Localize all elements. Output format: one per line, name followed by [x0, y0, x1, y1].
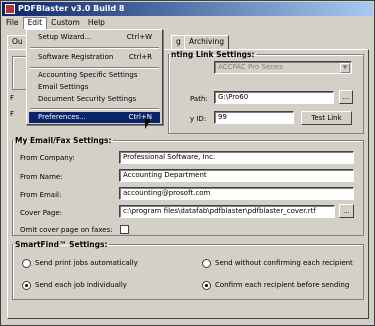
send-automatically-label: Send print jobs automatically	[35, 259, 138, 267]
menu-item-label: Software Registration	[38, 53, 114, 61]
accounting-legend: nting Link Settings:	[171, 50, 255, 59]
accounting-product-value: ACCPAC Pro Series	[218, 63, 283, 71]
menu-custom[interactable]: Custom	[47, 17, 84, 29]
omit-cover-checkbox[interactable]	[120, 225, 129, 234]
app-icon	[5, 4, 15, 14]
send-automatically-radio[interactable]	[22, 259, 31, 268]
confirm-each-radio[interactable]	[202, 281, 211, 290]
chevron-down-icon[interactable]: ▼	[340, 63, 350, 73]
cover-page-label: Cover Page:	[20, 209, 63, 217]
omit-cover-label: Omit cover page on faxes:	[20, 226, 113, 234]
confirm-each-label: Confirm each recipient before sending	[215, 281, 350, 289]
smartfind-legend: SmartFind™ Settings:	[15, 240, 108, 249]
menu-item-shortcut: Ctrl+R	[128, 53, 152, 61]
email-legend: My Email/Fax Settings:	[15, 136, 112, 145]
company-id-input[interactable]: 99	[214, 111, 294, 124]
hidden-label-b: F	[10, 110, 15, 118]
menu-item-email-settings[interactable]: Email Settings	[29, 82, 160, 93]
menu-edit[interactable]: Edit	[22, 17, 48, 29]
cover-page-browse-button[interactable]: ...	[339, 204, 354, 218]
menu-item-preferences[interactable]: Preferences... Ctrl+N	[29, 112, 160, 123]
path-browse-button[interactable]: ...	[339, 90, 353, 104]
menu-separator	[30, 67, 159, 69]
from-name-label: From Name:	[20, 173, 63, 181]
send-without-confirm-radio[interactable]	[202, 259, 211, 268]
title-bar: PDFBlaster v3.0 Build 8	[2, 2, 373, 16]
accounting-product-select[interactable]: ACCPAC Pro Series ▼	[214, 61, 352, 74]
window-title: PDFBlaster v3.0 Build 8	[18, 4, 125, 13]
hidden-label-a: F	[10, 94, 15, 102]
mouse-cursor-icon	[145, 119, 151, 129]
menu-item-accounting-settings[interactable]: Accounting Specific Settings	[29, 70, 160, 81]
menu-item-shortcut: Ctrl+W	[126, 33, 152, 41]
send-without-confirm-label: Send without confirming each recipient	[215, 259, 353, 267]
menu-item-label: Document Security Settings	[38, 95, 137, 103]
tab-archiving[interactable]: Archiving	[184, 35, 230, 49]
tab-output[interactable]: Ou	[7, 35, 28, 49]
send-individually-radio[interactable]	[22, 281, 31, 290]
menu-file[interactable]: File	[2, 17, 23, 29]
menu-item-software-registration[interactable]: Software Registration Ctrl+R	[29, 52, 160, 63]
test-link-button[interactable]: Test Link	[301, 111, 352, 125]
from-email-label: From Email:	[20, 191, 62, 199]
main-window: PDFBlaster v3.0 Build 8 File Edit Custom He…	[0, 0, 375, 326]
from-company-input[interactable]: Professional Software, Inc.	[119, 151, 354, 164]
menu-item-label: Accounting Specific Settings	[38, 71, 138, 79]
from-email-input[interactable]: accounting@prosoft.com	[119, 187, 354, 200]
menu-item-label: Setup Wizard...	[38, 33, 92, 41]
menu-item-setup-wizard[interactable]: Setup Wizard... Ctrl+W	[29, 32, 160, 43]
menu-separator	[30, 108, 159, 110]
from-name-input[interactable]: Accounting Department	[119, 169, 354, 182]
path-label: Path:	[190, 95, 208, 103]
cover-page-input[interactable]: c:\program files\datafab\pdfblaster\pdfb…	[119, 205, 335, 218]
menu-item-label: Email Settings	[38, 83, 89, 91]
menu-item-document-security[interactable]: Document Security Settings	[29, 94, 160, 105]
menu-help[interactable]: Help	[84, 17, 109, 29]
from-company-label: From Company:	[20, 154, 75, 162]
menu-bar: File Edit Custom Help	[2, 17, 373, 29]
edit-menu-dropdown: Setup Wizard... Ctrl+W Software Registra…	[26, 29, 163, 125]
menu-separator	[30, 47, 159, 49]
company-id-label: y ID:	[190, 115, 207, 123]
smartfind-group: SmartFind™ Settings:	[12, 240, 364, 300]
menu-item-label: Preferences...	[38, 113, 86, 121]
send-individually-label: Send each job individually	[35, 281, 127, 289]
path-input[interactable]: G:\Pro60	[214, 91, 334, 104]
